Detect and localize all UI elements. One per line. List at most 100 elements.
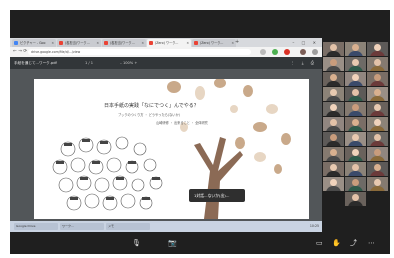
hand-raise-icon[interactable]: ✋ (332, 238, 341, 248)
menu-icon[interactable] (312, 49, 318, 55)
extension-icon-2[interactable] (284, 49, 290, 55)
participant-body (348, 66, 363, 71)
slide-title: 日本手紙の実践「なにでつく」んでやる？ (104, 103, 199, 109)
tab-close-icon[interactable]: × (141, 39, 144, 47)
new-tab-button[interactable]: + (235, 38, 239, 47)
participant-tile[interactable] (345, 87, 366, 101)
participant-body (348, 96, 363, 101)
tab-close-icon[interactable]: × (186, 39, 189, 47)
participant-tile[interactable] (345, 42, 366, 56)
taskbar-item[interactable]: Google Drive (14, 223, 58, 230)
participant-tile[interactable] (367, 177, 388, 191)
participant-face (330, 164, 337, 171)
participant-tile[interactable] (345, 117, 366, 131)
participant-body (370, 126, 385, 131)
participant-tile[interactable] (367, 72, 388, 86)
mic-icon[interactable]: 🎙 (132, 238, 141, 248)
tab-label: (Zero) ワーク... (200, 41, 224, 45)
participant-tile[interactable] (345, 192, 366, 206)
participant-tile[interactable] (323, 57, 344, 71)
window-controls[interactable]: – □ ✕ (292, 38, 319, 47)
share-icon[interactable]: ⤴ (350, 238, 357, 248)
participant-tile[interactable] (323, 117, 344, 131)
participant-tile[interactable] (367, 132, 388, 146)
participant-tile[interactable] (367, 87, 388, 101)
url-field[interactable]: drive.google.com/file/d/.../view (28, 49, 251, 55)
participant-face (374, 59, 381, 66)
participant-tile[interactable] (345, 132, 366, 146)
document-title: 手紙を通じて...ワーク.pdf (14, 61, 57, 65)
participant-body (370, 81, 385, 86)
more-icon[interactable]: ⋯ (368, 238, 375, 248)
participant-tile[interactable] (345, 102, 366, 116)
participant-face (330, 119, 337, 126)
participant-face (330, 59, 337, 66)
participant-tile[interactable] (323, 147, 344, 161)
participant-tile[interactable] (367, 147, 388, 161)
tree-illustration (52, 79, 291, 219)
extension-icon[interactable] (272, 49, 278, 55)
video-call-window: ピクチャー - Goo × (各担当)ワーク... × (各担当)ワーク... … (10, 10, 390, 254)
participant-tile[interactable] (345, 162, 366, 176)
viewer-actions[interactable]: ⋮ ⤓ ⎙ (290, 57, 317, 69)
camera-icon[interactable]: 📷 (168, 238, 177, 248)
tab-favicon-icon (104, 41, 108, 45)
participant-face (330, 179, 337, 186)
taskbar-item[interactable]: メモ (106, 223, 150, 230)
tab-close-icon[interactable]: × (51, 39, 54, 47)
participant-grid (323, 42, 389, 210)
participant-tile[interactable] (367, 57, 388, 71)
tab-1[interactable]: ピクチャー - Goo × (12, 39, 56, 47)
participant-face (352, 104, 359, 111)
participant-body (326, 96, 341, 101)
tab-favicon-icon (194, 41, 198, 45)
participant-face (374, 179, 381, 186)
page-indicator[interactable]: 1 / 1 (85, 57, 93, 69)
participant-body (348, 111, 363, 116)
participant-tile[interactable] (345, 177, 366, 191)
captions-icon[interactable]: ▭ (316, 238, 323, 248)
participant-tile[interactable] (367, 117, 388, 131)
participant-face (352, 149, 359, 156)
zoom-controls[interactable]: – 100% + (120, 57, 137, 69)
participant-face (374, 119, 381, 126)
participant-face (352, 164, 359, 171)
tab-close-icon[interactable]: × (96, 39, 99, 47)
participant-tile[interactable] (323, 102, 344, 116)
participant-face (330, 89, 337, 96)
tab-4-active[interactable]: (Zero) ワーク... × (147, 39, 191, 47)
pdf-viewer-area: 日本手紙の実践「なにでつく」んでやる？ ブックのつくり方 ・ どうやったら(ない… (10, 69, 322, 221)
navigation-buttons[interactable]: ← → ⟳ (13, 47, 27, 57)
participant-body (348, 126, 363, 131)
participant-tile[interactable] (367, 42, 388, 56)
participant-tile[interactable] (323, 177, 344, 191)
tab-2[interactable]: (各担当)ワーク... × (57, 39, 101, 47)
participant-body (370, 141, 385, 146)
participant-tile[interactable] (367, 102, 388, 116)
tab-3[interactable]: (各担当)ワーク... × (102, 39, 146, 47)
participant-body (370, 156, 385, 161)
meeting-controls-bar: 🎙 📷 ▭ ✋ ⤴ ⋯ (10, 232, 390, 254)
participant-body (348, 156, 363, 161)
participant-body (326, 126, 341, 131)
participant-body (348, 201, 363, 206)
tab-close-icon[interactable]: × (231, 39, 234, 47)
participant-tile[interactable] (345, 72, 366, 86)
profile-avatar[interactable] (300, 49, 306, 55)
participant-tile[interactable] (367, 162, 388, 176)
participant-tile[interactable] (345, 57, 366, 71)
participant-body (326, 66, 341, 71)
participant-tile[interactable] (323, 72, 344, 86)
participant-body (348, 81, 363, 86)
taskbar-item[interactable]: ワーク... (60, 223, 104, 230)
participant-tile[interactable] (323, 162, 344, 176)
slide-subtitle-2: 山崎研修 ・ 出来ること ・ 全体研究 (156, 121, 208, 125)
participant-tile[interactable] (345, 147, 366, 161)
participant-tile[interactable] (323, 87, 344, 101)
shared-screen-browser: ピクチャー - Goo × (各担当)ワーク... × (各担当)ワーク... … (10, 38, 322, 221)
bookmark-icon[interactable] (260, 49, 266, 55)
tab-5[interactable]: (Zero) ワーク... × (192, 39, 236, 47)
tab-favicon-icon (59, 41, 63, 45)
participant-tile[interactable] (323, 42, 344, 56)
participant-tile[interactable] (323, 132, 344, 146)
